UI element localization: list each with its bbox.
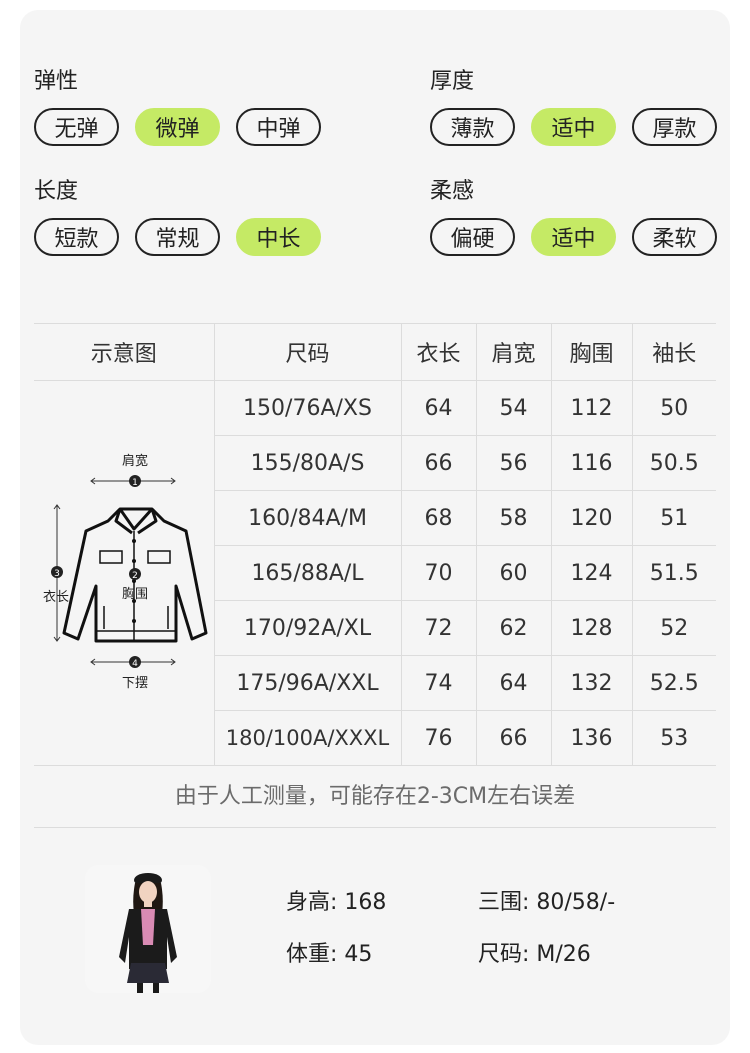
attr-softness: 柔感 偏硬 适中 柔软 (430, 178, 717, 256)
table-header-row: 示意图 尺码 衣长 肩宽 胸围 袖长 (34, 323, 716, 381)
header-sleeve: 袖长 (632, 323, 716, 381)
sleeve-cell: 51.5 (632, 545, 716, 601)
length-cell: 76 (401, 710, 477, 766)
shoulder-cell: 62 (476, 600, 552, 656)
attr-title: 弹性 (34, 69, 79, 94)
hem-label: 下摆 (122, 676, 148, 691)
model-weight: 体重: 45 (286, 942, 373, 967)
shoulder-cell: 56 (476, 435, 552, 491)
table-row: 肩宽 1 3 衣长 2 胸围 4 下摆 150/76A/XS 64 54 112… (34, 380, 716, 766)
shoulder-cell: 66 (476, 710, 552, 766)
option-pill[interactable]: 无弹 (34, 108, 119, 146)
option-pill[interactable]: 短款 (34, 218, 119, 256)
shoulder-label: 肩宽 (122, 453, 148, 469)
model-illustration (85, 865, 211, 993)
header-length: 衣长 (401, 323, 477, 381)
sleeve-cell: 50.5 (632, 435, 716, 491)
option-pill-selected[interactable]: 适中 (531, 218, 616, 256)
sleeve-cell: 52.5 (632, 655, 716, 711)
model-height: 身高: 168 (286, 890, 387, 915)
size-cell: 165/88A/L (214, 545, 402, 601)
sleeve-cell: 51 (632, 490, 716, 546)
size-cell: 180/100A/XXXL (214, 710, 402, 766)
length-cell: 66 (401, 435, 477, 491)
chest-cell: 124 (551, 545, 633, 601)
sleeve-cell: 53 (632, 710, 716, 766)
size-cell: 160/84A/M (214, 490, 402, 546)
length-cell: 64 (401, 380, 477, 436)
marker-2: 2 (132, 571, 138, 581)
sleeve-cell: 52 (632, 600, 716, 656)
attr-elasticity: 弹性 无弹 微弹 中弹 (34, 68, 321, 146)
size-cell: 155/80A/S (214, 435, 402, 491)
chest-cell: 112 (551, 380, 633, 436)
option-pill[interactable]: 厚款 (632, 108, 717, 146)
attr-title: 长度 (34, 179, 79, 204)
header-chest: 胸围 (551, 323, 633, 381)
option-pill[interactable]: 薄款 (430, 108, 515, 146)
option-pill[interactable]: 柔软 (632, 218, 717, 256)
chest-cell: 128 (551, 600, 633, 656)
length-cell: 70 (401, 545, 477, 601)
chest-label: 胸围 (122, 587, 148, 602)
model-measurements: 三围: 80/58/- (478, 890, 616, 915)
attr-length: 长度 短款 常规 中长 (34, 178, 321, 256)
attr-title: 厚度 (430, 69, 475, 94)
header-diagram: 示意图 (34, 323, 215, 381)
attr-title: 柔感 (430, 179, 475, 204)
option-pill[interactable]: 中弹 (236, 108, 321, 146)
model-size: 尺码: M/26 (478, 942, 591, 967)
option-pill-selected[interactable]: 微弹 (135, 108, 220, 146)
size-cell: 170/92A/XL (214, 600, 402, 656)
length-cell: 74 (401, 655, 477, 711)
header-shoulder: 肩宽 (476, 323, 552, 381)
chest-cell: 120 (551, 490, 633, 546)
option-pill[interactable]: 偏硬 (430, 218, 515, 256)
header-size: 尺码 (214, 323, 402, 381)
model-photo (85, 865, 211, 993)
marker-4: 4 (132, 659, 138, 669)
length-cell: 68 (401, 490, 477, 546)
shoulder-cell: 54 (476, 380, 552, 436)
length-cell: 72 (401, 600, 477, 656)
measurement-note: 由于人工测量，可能存在2-3CM左右误差 (34, 760, 716, 828)
size-cell: 150/76A/XS (214, 380, 402, 436)
sleeve-cell: 50 (632, 380, 716, 436)
jacket-diagram-svg: 肩宽 1 3 衣长 2 胸围 4 下摆 (43, 453, 208, 691)
chest-cell: 136 (551, 710, 633, 766)
length-label: 衣长 (43, 589, 69, 605)
size-cell: 175/96A/XXL (214, 655, 402, 711)
marker-1: 1 (132, 478, 138, 488)
attr-thickness: 厚度 薄款 适中 厚款 (430, 68, 717, 146)
marker-3: 3 (54, 569, 60, 579)
size-table: 示意图 尺码 衣长 肩宽 胸围 袖长 肩宽 1 3 衣长 2 胸围 4 下摆 1… (34, 323, 716, 766)
chest-cell: 116 (551, 435, 633, 491)
option-pill[interactable]: 常规 (135, 218, 220, 256)
option-pill-selected[interactable]: 中长 (236, 218, 321, 256)
shoulder-cell: 64 (476, 655, 552, 711)
chest-cell: 132 (551, 655, 633, 711)
shoulder-cell: 58 (476, 490, 552, 546)
option-pill-selected[interactable]: 适中 (531, 108, 616, 146)
jacket-diagram: 肩宽 1 3 衣长 2 胸围 4 下摆 (34, 380, 215, 766)
shoulder-cell: 60 (476, 545, 552, 601)
